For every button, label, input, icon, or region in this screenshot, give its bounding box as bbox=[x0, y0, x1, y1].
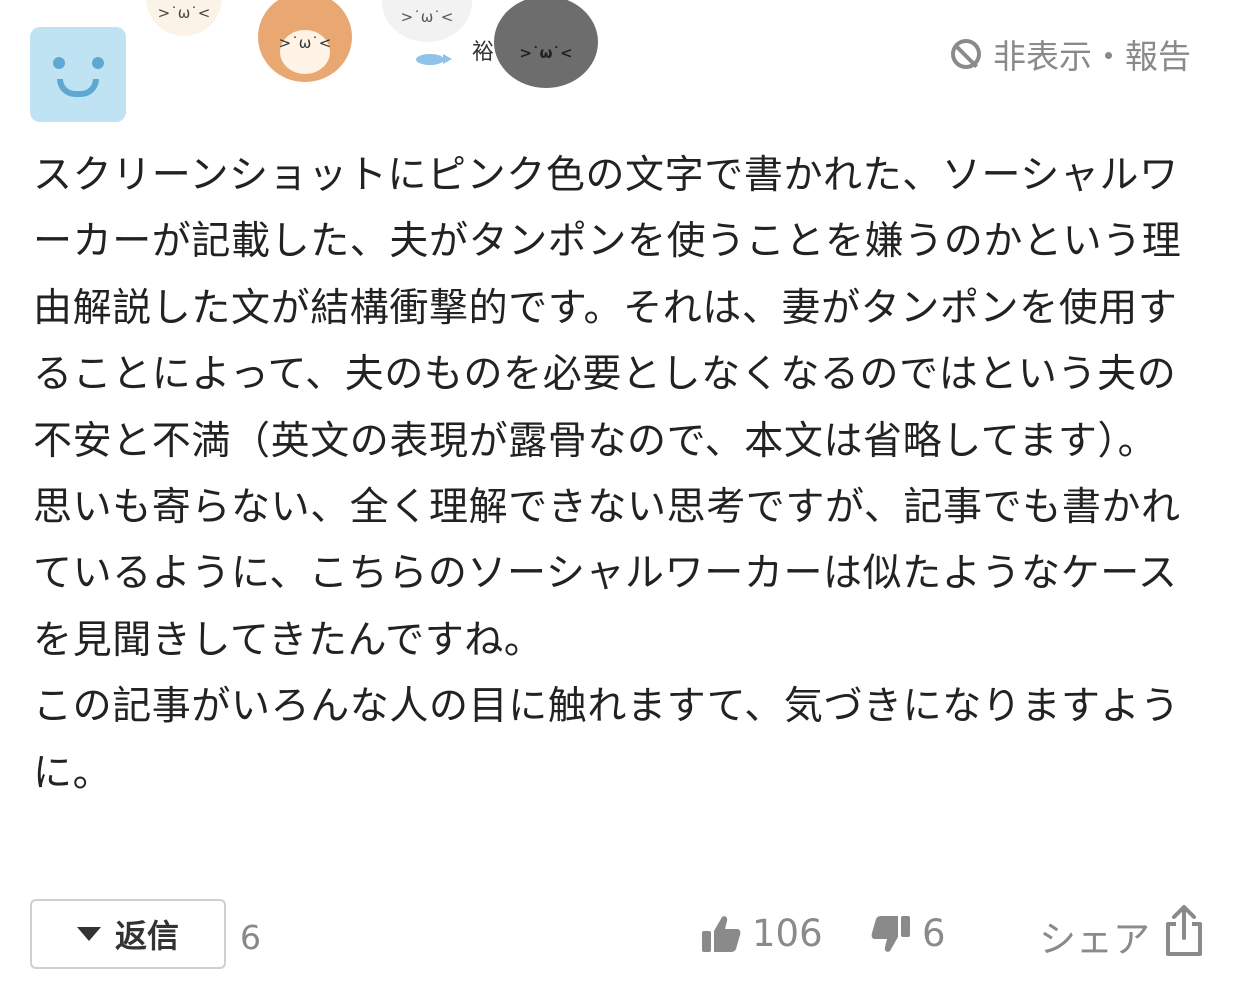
avatar-smile bbox=[57, 79, 99, 97]
cat-icon-1: >˙ω˙< bbox=[146, 0, 222, 36]
fish-icon bbox=[416, 54, 452, 65]
reply-button[interactable]: 返信 bbox=[30, 899, 226, 969]
like-button[interactable]: 106 bbox=[700, 912, 823, 955]
dislike-count: 6 bbox=[922, 912, 946, 955]
avatar-eye-left bbox=[53, 57, 65, 69]
cat-icon-4: >˙ω˙< bbox=[494, 0, 598, 88]
ban-icon bbox=[951, 39, 981, 69]
username-fragment: 裕 bbox=[472, 40, 497, 65]
caret-down-icon bbox=[76, 927, 101, 941]
like-count: 106 bbox=[752, 912, 823, 955]
cat-icon-2: >˙ω˙< bbox=[258, 0, 352, 82]
thumbs-up-icon bbox=[700, 914, 742, 954]
hide-report-label: 非表示・報告 bbox=[993, 37, 1191, 76]
dislike-button[interactable]: 6 bbox=[870, 912, 946, 955]
thumbs-down-icon bbox=[870, 914, 912, 954]
share-button[interactable]: シェア bbox=[1039, 904, 1204, 967]
hide-report-button[interactable]: 非表示・報告 bbox=[951, 30, 1191, 78]
reply-count: 6 bbox=[240, 918, 261, 957]
reply-label: 返信 bbox=[114, 917, 179, 955]
share-icon bbox=[1164, 904, 1204, 967]
username-decorations: >˙ω˙< >˙ω˙< >˙ω˙< 裕 >˙ω˙< bbox=[140, 0, 620, 100]
share-label: シェア bbox=[1039, 917, 1150, 961]
cat-icon-3: >˙ω˙< bbox=[382, 0, 472, 42]
user-avatar bbox=[30, 27, 126, 122]
comment-body: スクリーンショットにピンク色の文字で書かれた、ソーシャルワーカーが記載した、夫が… bbox=[33, 153, 1182, 796]
avatar-eye-right bbox=[92, 57, 104, 69]
